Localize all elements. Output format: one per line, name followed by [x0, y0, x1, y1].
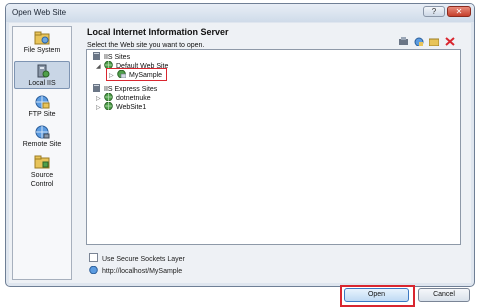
web-app-icon: [117, 70, 126, 78]
site-tree[interactable]: IIS Sites ◢ Default Web Site ▷ MySample II…: [86, 49, 461, 245]
open-button[interactable]: Open: [344, 288, 409, 302]
sidebar-item-ftp-site[interactable]: FTP Site: [14, 95, 70, 118]
folder-system-icon: [34, 31, 50, 45]
expand-arrow-icon[interactable]: ▷: [109, 72, 115, 79]
page-title: Local Internet Information Server: [87, 27, 229, 37]
new-web-app-icon[interactable]: [399, 37, 409, 46]
dialog-body: File System Local IIS FTP Site Remote Si…: [9, 23, 471, 307]
new-virtual-dir-icon[interactable]: [414, 37, 424, 47]
remote-site-icon: [35, 125, 50, 139]
title-bar[interactable]: Open Web Site ? ✕: [6, 4, 474, 22]
globe-icon: [89, 265, 98, 275]
ftp-site-icon: [35, 95, 50, 109]
open-web-site-dialog: Open Web Site ? ✕ File System Local IIS …: [5, 3, 475, 307]
tree-node-website1[interactable]: ▷ WebSite1: [96, 102, 146, 111]
collapse-arrow-icon[interactable]: ◢: [96, 63, 102, 70]
tree-node-iis-sites[interactable]: IIS Sites: [92, 52, 130, 61]
tree-node-label: WebSite1: [116, 104, 147, 111]
local-iis-icon: [37, 64, 50, 78]
cancel-button[interactable]: Cancel: [418, 288, 470, 302]
location-sidebar: File System Local IIS FTP Site Remote Si…: [12, 26, 72, 280]
source-control-icon: [34, 155, 50, 169]
ssl-label: Use Secure Sockets Layer: [102, 256, 185, 263]
tree-node-label: IIS Sites: [104, 54, 131, 61]
window-title: Open Web Site: [12, 8, 67, 17]
sidebar-item-local-iis[interactable]: Local IIS: [14, 61, 70, 89]
instruction-text: Select the Web site you want to open.: [87, 42, 205, 49]
tree-node-mysample[interactable]: ▷ MySample: [106, 68, 168, 81]
tree-node-label: dotnetnuke: [116, 95, 151, 102]
globe-icon: [104, 102, 113, 110]
tree-node-label: IIS Express Sites: [104, 86, 158, 93]
expand-arrow-icon[interactable]: ▷: [96, 95, 102, 102]
tree-node-iis-express-sites[interactable]: IIS Express Sites: [92, 84, 157, 93]
sidebar-item-label: Source Control: [30, 172, 54, 188]
site-url: http://localhost/MySample: [89, 265, 183, 275]
server-icon: [93, 52, 100, 60]
sidebar-item-label: FTP Site: [28, 111, 56, 118]
expand-arrow-icon[interactable]: ▷: [96, 104, 102, 111]
ssl-option[interactable]: Use Secure Sockets Layer: [89, 253, 185, 263]
sidebar-item-file-system[interactable]: File System: [14, 31, 70, 54]
globe-icon: [104, 93, 113, 101]
sidebar-item-label: File System: [23, 47, 61, 54]
sidebar-item-source-control[interactable]: Source Control: [14, 155, 70, 189]
sidebar-item-label: Remote Site: [22, 141, 62, 148]
tree-node-label: MySample: [129, 72, 163, 79]
sidebar-item-label: Local IIS: [28, 80, 56, 87]
tree-toolbar: [399, 37, 459, 47]
url-text: http://localhost/MySample: [102, 268, 183, 275]
ssl-checkbox[interactable]: [89, 253, 98, 262]
help-button[interactable]: ?: [423, 6, 445, 17]
sidebar-item-remote-site[interactable]: Remote Site: [14, 125, 70, 148]
new-folder-icon[interactable]: [428, 37, 440, 47]
tree-node-dotnetnuke[interactable]: ▷ dotnetnuke: [96, 93, 151, 102]
server-icon: [93, 84, 100, 92]
close-button[interactable]: ✕: [447, 6, 471, 17]
delete-icon[interactable]: [445, 37, 455, 46]
